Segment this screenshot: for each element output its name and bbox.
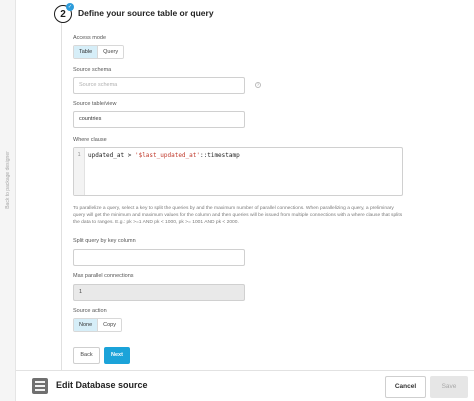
source-action-label: Source action xyxy=(73,308,107,314)
footer-title: Edit Database source xyxy=(56,380,148,390)
source-table-input[interactable]: countries xyxy=(73,111,245,128)
source-action-toggle: None Copy xyxy=(73,318,122,332)
line-number-gutter: 1 xyxy=(74,148,85,195)
database-icon xyxy=(32,378,48,394)
source-action-none-button[interactable]: None xyxy=(74,319,99,331)
source-schema-label: Source schema xyxy=(73,67,112,73)
info-icon[interactable]: ? xyxy=(255,82,261,88)
back-to-package-designer-link[interactable]: Back to package designer xyxy=(0,140,16,220)
line-number: 1 xyxy=(77,152,81,158)
back-link-text: Back to package designer xyxy=(5,151,12,209)
next-button[interactable]: Next xyxy=(104,347,130,364)
source-table-label: Source table/view xyxy=(73,101,117,107)
check-icon: ✓ xyxy=(66,3,74,11)
parallelize-help-text: To parallelize a query, select a key to … xyxy=(73,206,403,226)
code-prefix: updated_at > xyxy=(88,152,135,159)
max-connections-label: Max parallel connections xyxy=(73,273,134,279)
source-schema-input[interactable]: Source schema xyxy=(73,77,245,94)
access-mode-table-button[interactable]: Table xyxy=(74,46,99,58)
access-mode-query-button[interactable]: Query xyxy=(98,46,124,58)
footer-bar: Edit Database source Cancel Save xyxy=(16,370,474,401)
source-action-copy-button[interactable]: Copy xyxy=(98,319,121,331)
code-suffix: ::timestamp xyxy=(200,152,240,159)
code-line: updated_at > '$last_updated_at'::timesta… xyxy=(85,148,240,195)
left-rail: Back to package designer xyxy=(0,0,16,401)
access-mode-label: Access mode xyxy=(73,35,107,41)
cancel-button[interactable]: Cancel xyxy=(385,376,426,398)
max-connections-input: 1 xyxy=(73,284,245,301)
step-connector-line xyxy=(61,22,62,370)
code-string: '$last_updated_at' xyxy=(134,152,200,159)
split-key-input[interactable] xyxy=(73,249,245,266)
where-clause-label: Where clause xyxy=(73,137,107,143)
split-key-label: Split query by key column xyxy=(73,238,136,244)
step-content: 2 ✓ Define your source table or query Ac… xyxy=(16,0,474,370)
access-mode-toggle: Table Query xyxy=(73,45,125,59)
save-button[interactable]: Save xyxy=(430,376,468,398)
step-number: 2 xyxy=(60,8,66,20)
where-clause-editor[interactable]: 1 updated_at > '$last_updated_at'::times… xyxy=(73,147,403,196)
back-button[interactable]: Back xyxy=(73,347,100,364)
step-title: Define your source table or query xyxy=(78,8,214,18)
